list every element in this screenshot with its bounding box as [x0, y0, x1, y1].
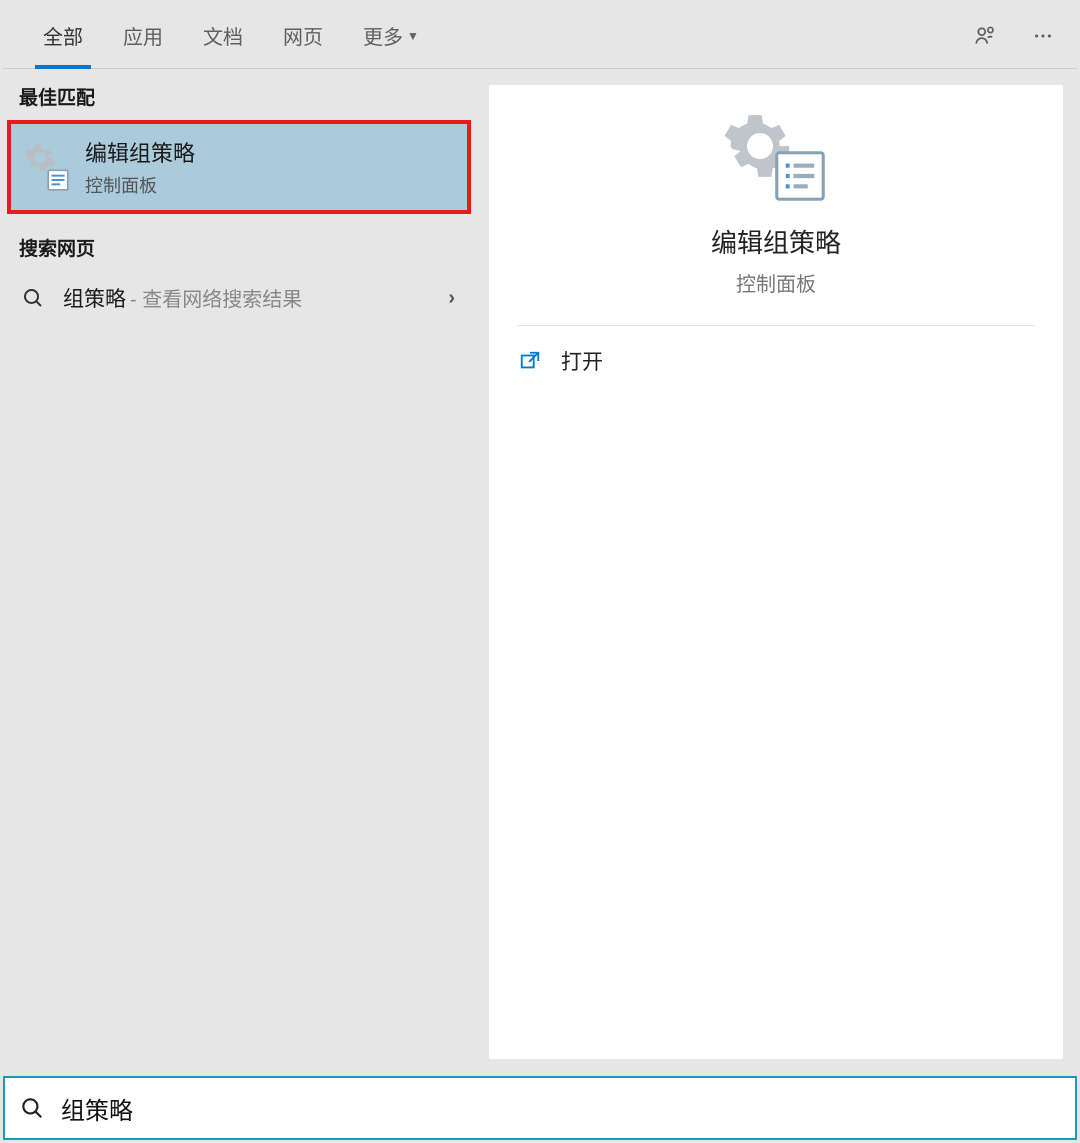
tab-more[interactable]: 更多 ▼	[343, 3, 439, 69]
feedback-icon[interactable]	[969, 20, 1001, 52]
tab-all[interactable]: 全部	[23, 3, 103, 69]
web-search-result[interactable]: 组策略- 查看网络搜索结果 ›	[3, 271, 475, 325]
search-icon	[19, 1095, 45, 1121]
chevron-right-icon: ›	[448, 287, 455, 310]
open-external-icon	[519, 350, 541, 372]
open-action[interactable]: 打开	[489, 326, 1063, 396]
best-match-header: 最佳匹配	[3, 69, 475, 120]
search-input[interactable]	[61, 1094, 1061, 1122]
tab-web[interactable]: 网页	[263, 3, 343, 69]
tab-apps[interactable]: 应用	[103, 3, 183, 69]
results-list: 最佳匹配 编辑组策略 控制面板	[3, 69, 475, 1073]
search-bar[interactable]	[3, 1076, 1077, 1140]
best-match-subtitle: 控制面板	[85, 172, 195, 198]
more-options-icon[interactable]	[1027, 20, 1059, 52]
gpedit-large-icon	[721, 107, 831, 207]
best-match-result[interactable]: 编辑组策略 控制面板	[7, 120, 471, 214]
search-web-header: 搜索网页	[3, 220, 475, 271]
best-match-title: 编辑组策略	[85, 136, 195, 168]
search-filter-tabs: 全部 应用 文档 网页 更多 ▼	[3, 3, 1077, 69]
detail-title: 编辑组策略	[489, 223, 1063, 260]
open-label: 打开	[561, 346, 603, 376]
detail-subtitle: 控制面板	[489, 268, 1063, 297]
chevron-down-icon: ▼	[407, 29, 419, 43]
search-icon	[21, 286, 45, 310]
tab-more-label: 更多	[363, 21, 403, 50]
detail-pane: 编辑组策略 控制面板 打开	[489, 85, 1063, 1059]
gpedit-icon	[25, 145, 69, 189]
web-result-text: 组策略- 查看网络搜索结果	[63, 283, 430, 313]
tab-docs[interactable]: 文档	[183, 3, 263, 69]
